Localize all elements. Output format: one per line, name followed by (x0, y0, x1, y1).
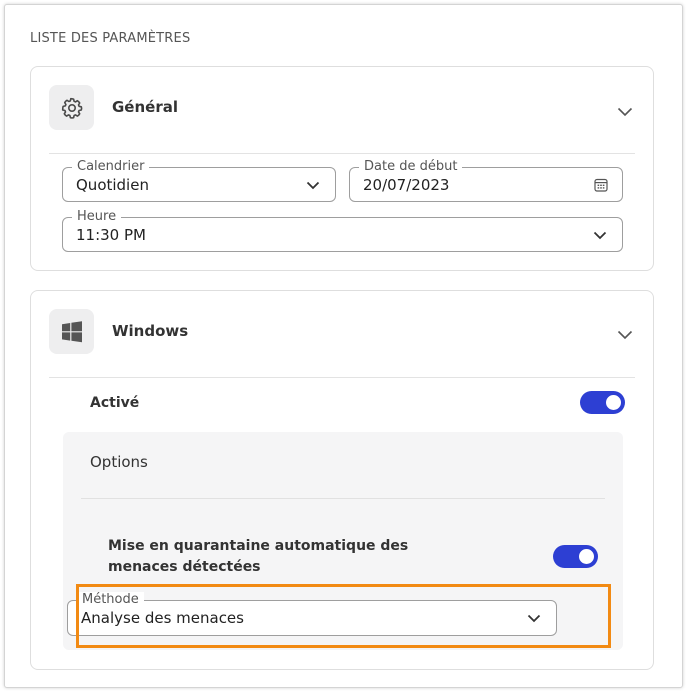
enabled-toggle[interactable] (580, 391, 625, 414)
chevron-down-icon (306, 181, 320, 190)
options-label: Options (90, 453, 148, 471)
time-label: Heure (72, 209, 122, 225)
quarantine-label: Mise en quarantaine automatique des mena… (108, 538, 409, 575)
calendar-icon[interactable] (594, 178, 608, 192)
windows-logo-icon (49, 309, 94, 354)
general-card: Général Calendrier Quotidien Date de déb… (30, 66, 654, 271)
quarantine-toggle[interactable] (553, 545, 598, 568)
start-date-label: Date de début (359, 159, 463, 175)
toggle-knob (579, 549, 594, 564)
options-divider (81, 498, 605, 499)
section-title: LISTE DES PARAMÈTRES (30, 31, 191, 46)
windows-divider (49, 377, 635, 378)
general-title: Général (112, 98, 178, 116)
start-date-value: 20/07/2023 (363, 176, 450, 194)
windows-title: Windows (112, 322, 189, 340)
time-value: 11:30 PM (76, 226, 146, 244)
method-highlight-box (76, 584, 611, 648)
toggle-knob (606, 395, 621, 410)
enabled-label: Activé (90, 395, 140, 411)
chevron-down-icon (593, 231, 607, 240)
general-expand-chevron-icon[interactable] (617, 107, 633, 117)
general-divider (49, 153, 635, 154)
calendar-select[interactable]: Calendrier Quotidien (62, 159, 336, 202)
windows-expand-chevron-icon[interactable] (617, 330, 633, 340)
start-date-field[interactable]: Date de début 20/07/2023 (349, 159, 623, 202)
calendar-value: Quotidien (76, 176, 149, 194)
time-select[interactable]: Heure 11:30 PM (62, 209, 623, 252)
calendar-label: Calendrier (72, 159, 150, 175)
gear-icon (49, 85, 94, 130)
